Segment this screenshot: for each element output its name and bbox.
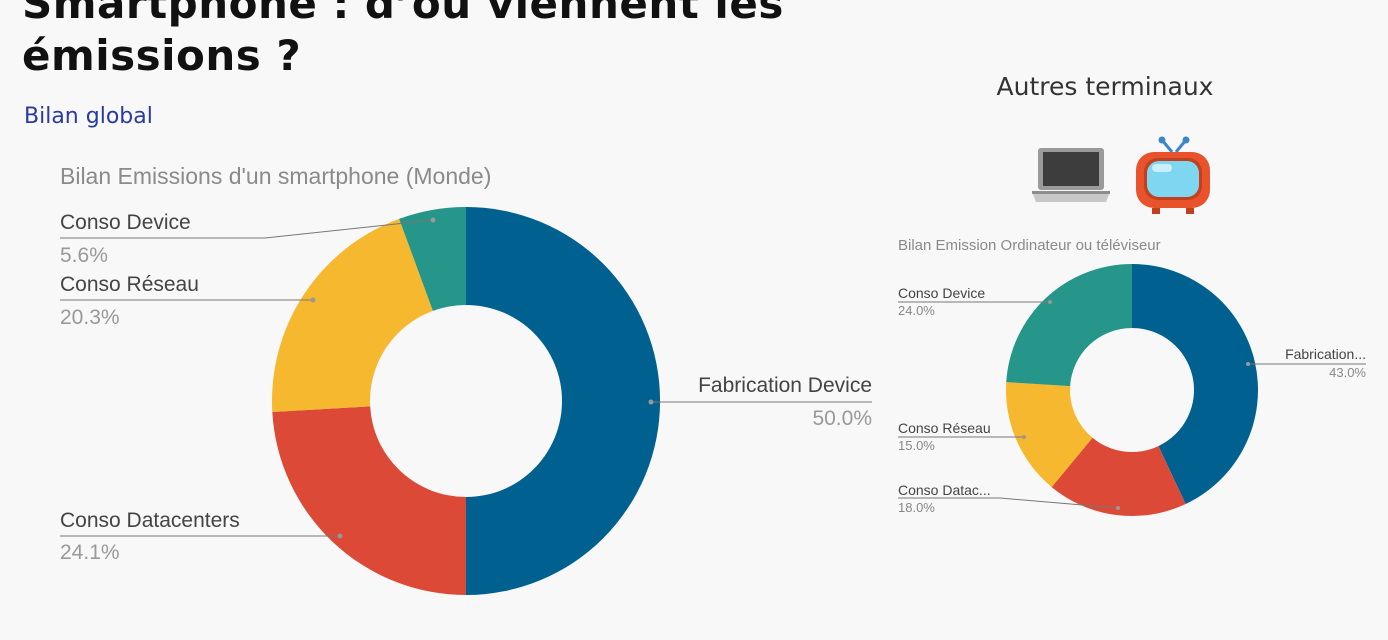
main-pct-reseau: 20.3% [60, 306, 120, 329]
side-slice-3 [1006, 264, 1132, 387]
main-pct-datacenters: 24.1% [60, 541, 120, 564]
main-pct-fabrication: 50.0% [812, 407, 872, 430]
charts-canvas: Bilan Emissions d'un smartphone (Monde) … [60, 136, 1366, 595]
main-label-device: Conso Device [60, 211, 191, 234]
laptop-icon [1032, 148, 1110, 202]
main-dot-reseau [310, 297, 316, 303]
side-pct-fabrication: 43.0% [1329, 365, 1366, 380]
side-label-device: Conso Device [898, 285, 985, 301]
main-dot-device [430, 217, 436, 223]
side-label-reseau: Conso Réseau [898, 420, 991, 436]
main-slice-1 [272, 406, 466, 595]
side-label-datacenters: Conso Datac... [898, 482, 991, 498]
main-pct-device: 5.6% [60, 244, 108, 267]
main-chart-title: Bilan Emissions d'un smartphone (Monde) [60, 163, 491, 189]
main-donut [272, 206, 661, 595]
main-slice-2 [272, 218, 433, 412]
main-label-reseau: Conso Réseau [60, 273, 199, 296]
side-dot-reseau [1022, 435, 1026, 439]
main-dot-datacenters [337, 533, 343, 539]
side-pct-reseau: 15.0% [898, 438, 935, 453]
tv-icon [1136, 136, 1210, 214]
side-pct-device: 24.0% [898, 303, 935, 318]
main-label-fabrication: Fabrication Device [698, 374, 872, 397]
side-dot-datacenters [1116, 506, 1120, 510]
side-label-fabrication: Fabrication... [1285, 346, 1366, 362]
main-label-datacenters: Conso Datacenters [60, 509, 240, 532]
side-dot-device [1048, 300, 1052, 304]
main-slice-0 [466, 206, 661, 595]
side-chart-title: Bilan Emission Ordinateur ou téléviseur [898, 237, 1161, 254]
side-dot-fabrication [1246, 362, 1250, 366]
main-dot-fabrication [648, 399, 654, 405]
side-pct-datacenters: 18.0% [898, 500, 935, 515]
